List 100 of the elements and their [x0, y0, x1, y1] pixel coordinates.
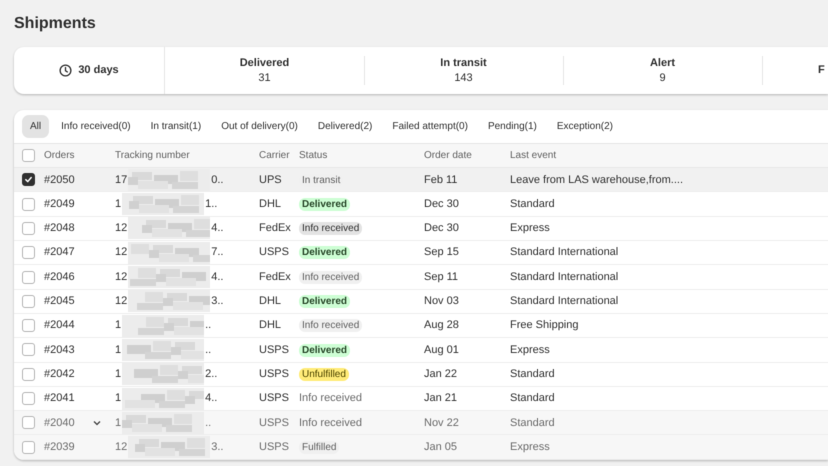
order-number: #2039 — [44, 440, 75, 455]
tracking-number: 3.. — [211, 294, 224, 310]
carrier-cell-text: USPS — [259, 416, 290, 431]
stat-value: 31 — [258, 70, 271, 86]
date-cell-text: Aug 28 — [424, 318, 460, 334]
row-checkbox[interactable] — [22, 294, 35, 308]
status-badge: Delivered — [299, 198, 350, 211]
tracking-number: 1 — [115, 416, 122, 431]
status-badge: Info received — [299, 319, 362, 332]
carrier-cell-text: USPS — [259, 440, 290, 455]
event-cell-text: Standard — [510, 196, 556, 212]
row-checkbox[interactable] — [22, 392, 35, 405]
order-number: #2049 — [44, 196, 75, 212]
event-cell-text: Express — [510, 221, 551, 236]
filter-tab[interactable]: Failed attempt(0) — [384, 115, 476, 138]
stat-label: Alert — [650, 56, 676, 71]
row-checkbox[interactable] — [22, 173, 35, 186]
order-number: #2047 — [44, 245, 75, 260]
carrier-cell-text: USPS — [259, 366, 290, 382]
row-checkbox[interactable] — [22, 440, 35, 454]
tracking-number: 2.. — [205, 366, 218, 382]
event-cell-text: Standard — [510, 416, 556, 431]
tracking-number: 4.. — [211, 221, 224, 236]
carrier-cell-text: FedEx — [259, 221, 292, 236]
date-cell-text: Sep 15 — [424, 245, 460, 260]
stat-value: 9 — [659, 70, 666, 86]
filter-tab[interactable]: In transit(1) — [142, 115, 210, 138]
filter-tab[interactable]: Out of delivery(0) — [213, 115, 306, 138]
status-badge: Info received — [299, 270, 362, 284]
column-header: Order date — [424, 149, 473, 164]
tracking-number: 12 — [115, 294, 128, 310]
event-cell-text: Standard International — [510, 294, 620, 310]
carrier-cell-text: DHL — [259, 294, 282, 310]
tracking-number: 12 — [115, 270, 128, 285]
carrier-cell-text: DHL — [259, 196, 282, 212]
filter-tab[interactable]: Info received(0) — [53, 115, 139, 138]
status-badge: Delivered — [299, 344, 350, 357]
tracking-number: 1 — [115, 391, 122, 406]
carrier-cell-text: USPS — [259, 391, 290, 406]
date-cell-text: Feb 11 — [424, 172, 458, 188]
row-checkbox[interactable] — [22, 222, 35, 235]
tracking-number: 4.. — [205, 391, 218, 406]
row-checkbox[interactable] — [22, 270, 35, 284]
tracking-number: 12 — [115, 221, 128, 236]
carrier-cell-text: FedEx — [259, 270, 292, 285]
status-label: Info received — [299, 391, 363, 406]
filter-tab[interactable]: Exception(2) — [548, 115, 622, 138]
stat-label: In transit — [440, 56, 487, 71]
order-number: #2048 — [44, 221, 75, 236]
filter-tab[interactable]: Delivered(2) — [310, 115, 380, 138]
status-badge: Delivered — [299, 246, 350, 260]
row-checkbox[interactable] — [22, 416, 35, 430]
tracking-number: 17 — [115, 172, 128, 188]
column-header: Carrier — [259, 149, 291, 164]
tracking-number: 7.. — [211, 245, 224, 260]
check-icon — [24, 175, 33, 184]
order-number: #2041 — [44, 391, 75, 406]
date-cell-text: Jan 22 — [424, 366, 458, 382]
date-cell-text: Dec 30 — [424, 196, 460, 212]
date-cell-text: Sep 11 — [424, 270, 460, 285]
row-checkbox[interactable] — [22, 198, 35, 211]
tracking-number: 4.. — [211, 270, 224, 285]
event-cell-text: Free Shipping — [510, 318, 580, 334]
carrier-cell-text: USPS — [259, 245, 290, 260]
date-cell-text: Dec 30 — [424, 221, 460, 236]
page-title: Shipments — [14, 14, 97, 34]
date-cell-text: Nov 03 — [424, 294, 460, 310]
event-cell-text: Express — [510, 440, 551, 455]
column-header: Tracking number — [115, 149, 191, 164]
order-number: #2042 — [44, 366, 75, 382]
row-checkbox[interactable] — [22, 368, 35, 381]
row-checkbox[interactable] — [22, 246, 35, 260]
date-cell-text: Aug 01 — [424, 342, 460, 358]
tracking-number: 3.. — [211, 440, 224, 455]
column-header: Status — [299, 149, 328, 164]
chevron-down-icon[interactable] — [92, 420, 101, 426]
clock-icon — [59, 64, 72, 78]
date-cell-text: Jan 05 — [424, 440, 458, 455]
stat-label: Delivered — [240, 56, 290, 71]
event-cell-text: Standard — [510, 366, 556, 382]
event-cell-text: Standard — [510, 391, 556, 406]
tracking-number: .. — [205, 318, 212, 334]
tracking-number: 1 — [115, 318, 122, 334]
order-number: #2050 — [44, 172, 75, 188]
select-all-checkbox[interactable] — [22, 149, 35, 162]
tracking-number: 1 — [115, 366, 122, 382]
order-number: #2044 — [44, 318, 75, 334]
period-label[interactable]: 30 days — [78, 62, 119, 79]
status-label: Info received — [299, 416, 363, 430]
stat-value: 143 — [454, 70, 473, 86]
date-cell-text: Jan 21 — [424, 391, 458, 406]
row-checkbox[interactable] — [22, 319, 35, 332]
filter-tab[interactable]: Pending(1) — [480, 115, 545, 138]
status-badge: Fulfilled — [299, 440, 340, 454]
tracking-number: 1 — [115, 196, 122, 212]
tracking-number: 1 — [115, 342, 122, 358]
order-number: #2046 — [44, 270, 75, 285]
filter-tab[interactable]: All — [22, 115, 50, 138]
tracking-number: 12 — [115, 245, 128, 260]
row-checkbox[interactable] — [22, 343, 35, 356]
